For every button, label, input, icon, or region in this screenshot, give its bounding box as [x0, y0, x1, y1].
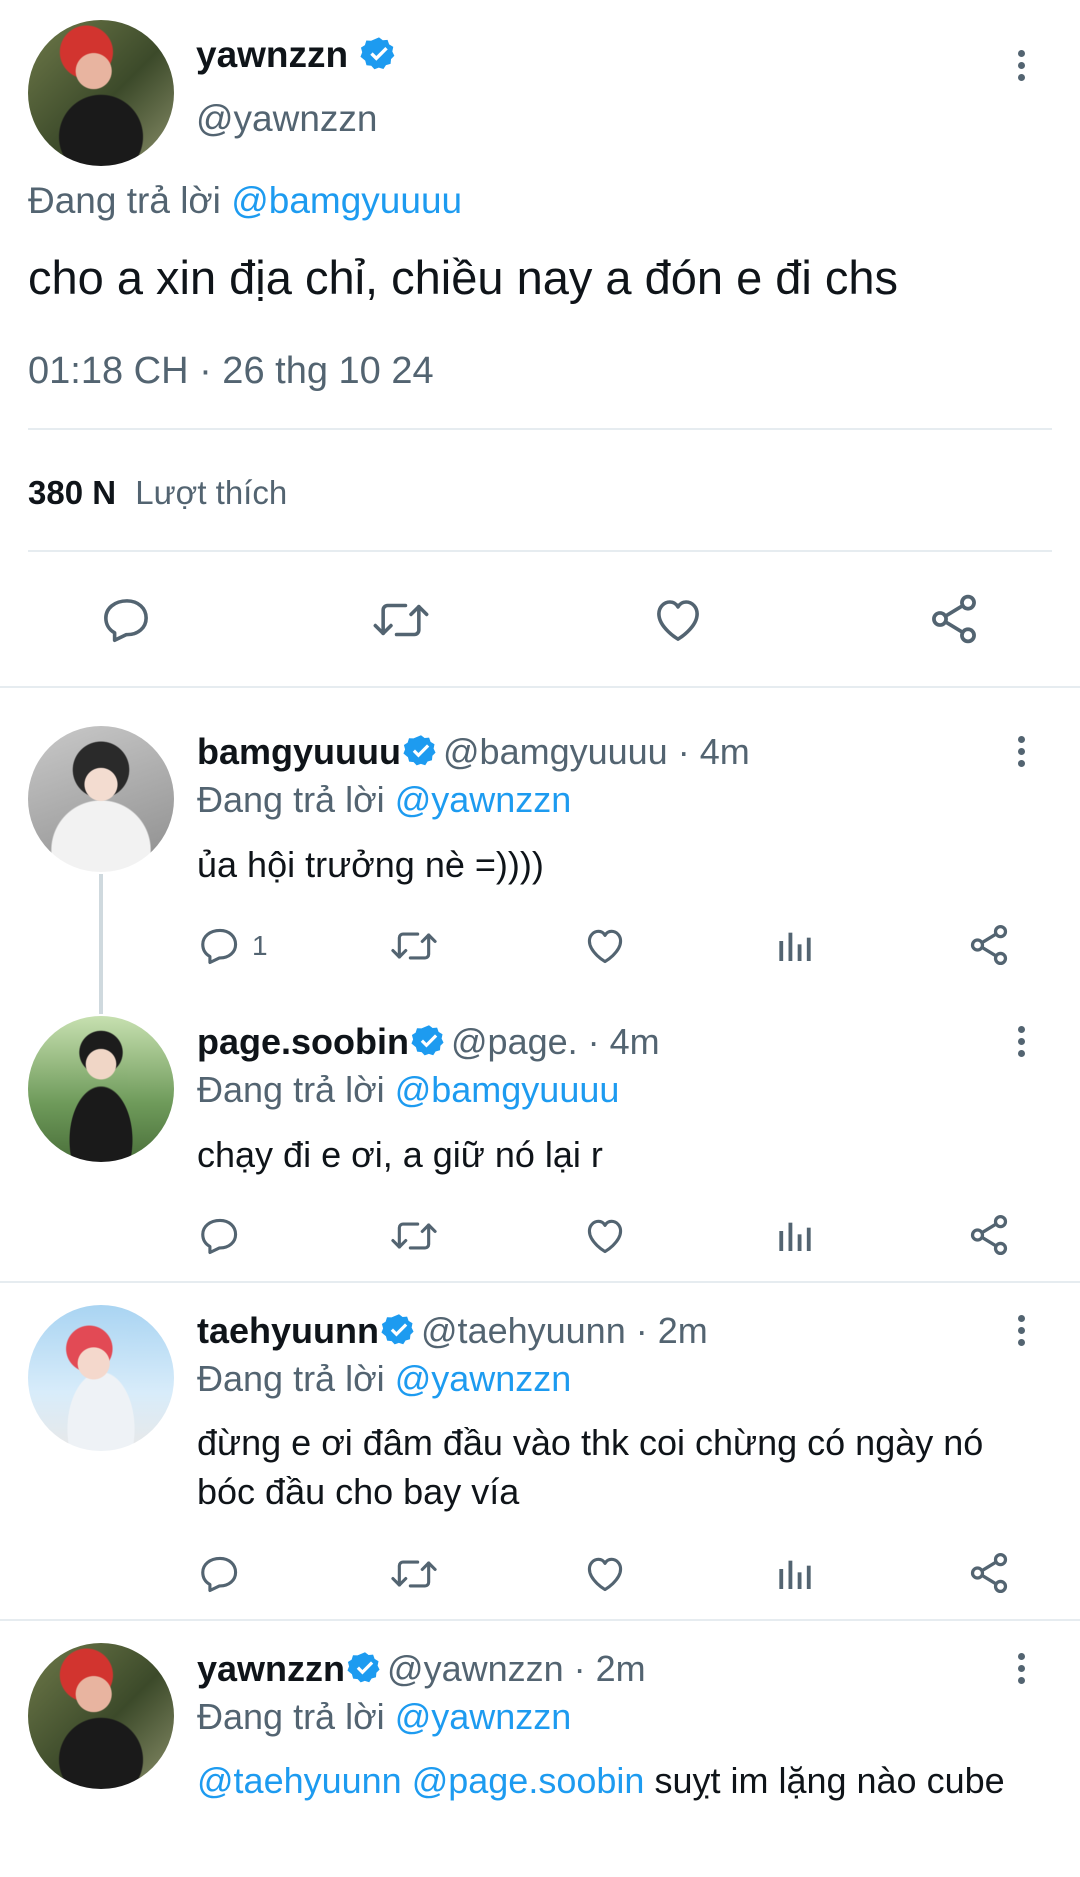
reply-display-name[interactable]: yawnzzn — [197, 1648, 345, 1689]
reply-avatar[interactable] — [28, 726, 174, 872]
reply-header: yawnzzn @yawnzzn · 2m — [197, 1648, 646, 1690]
more-options-icon[interactable] — [1016, 1653, 1026, 1689]
reply-replying-to: Đang trả lời @yawnzzn — [197, 1696, 571, 1738]
likes-summary[interactable]: 380 N Lượt thích — [28, 474, 287, 512]
reply-icon[interactable] — [198, 1214, 242, 1258]
reply-text-body: suỵt im lặng nào cube — [654, 1760, 1005, 1801]
like-icon[interactable] — [582, 924, 628, 968]
reply-text: đừng e ơi đâm đầu vào thk coi chừng có n… — [197, 1422, 984, 1512]
reply-display-name[interactable]: bamgyuuuu — [197, 731, 401, 772]
like-icon[interactable] — [582, 1552, 628, 1596]
reply-header: taehyuunn @taehyuunn · 2m — [197, 1310, 708, 1352]
verified-badge-icon — [360, 37, 395, 70]
reply-time: · 2m — [635, 1310, 708, 1351]
section-divider — [0, 1281, 1080, 1283]
reply-time: · 4m — [587, 1021, 660, 1062]
reply-icon[interactable] — [198, 924, 242, 968]
more-options-icon[interactable] — [1016, 1026, 1026, 1062]
reply-icon[interactable] — [198, 1552, 242, 1596]
reply-text: @taehyuunn @page.soobin suỵt im lặng nào… — [197, 1756, 1047, 1805]
main-display-name-text[interactable]: yawnzzn — [196, 34, 348, 75]
share-icon[interactable] — [966, 1212, 1012, 1258]
more-options-icon[interactable] — [1016, 1315, 1026, 1351]
reply-text: ủa hội trưởng nè =)))) — [197, 844, 544, 885]
main-avatar[interactable] — [28, 20, 174, 166]
reply-display-name[interactable]: taehyuunn — [197, 1310, 379, 1351]
more-options-icon[interactable] — [1016, 50, 1026, 86]
main-tweet-text: cho a xin địa chỉ, chiều nay a đón e đi … — [28, 251, 899, 304]
more-options-icon[interactable] — [1016, 736, 1026, 772]
reply-handle[interactable]: @page. — [451, 1021, 578, 1062]
replying-label: Đang trả lời — [197, 1358, 385, 1399]
mention-links[interactable]: @taehyuunn @page.soobin — [197, 1760, 644, 1801]
reply-handle[interactable]: @yawnzzn — [387, 1648, 564, 1689]
analytics-icon[interactable] — [776, 1216, 816, 1256]
like-icon[interactable] — [650, 593, 706, 647]
replying-label: Đang trả lời — [197, 1069, 385, 1110]
likes-count: 380 N — [28, 474, 117, 511]
reply-avatar[interactable] — [28, 1305, 174, 1451]
share-icon[interactable] — [926, 591, 982, 647]
reply-count: 1 — [252, 930, 268, 961]
replying-to-link[interactable]: @bamgyuuuu — [231, 180, 462, 221]
main-replying-to: Đang trả lời @bamgyuuuu — [28, 180, 462, 222]
replying-to-link[interactable]: @yawnzzn — [395, 779, 572, 820]
verified-badge-icon — [411, 1025, 444, 1056]
reply-handle[interactable]: @taehyuunn — [421, 1310, 626, 1351]
reply-avatar[interactable] — [28, 1016, 174, 1162]
share-icon[interactable] — [966, 1550, 1012, 1596]
main-display-name[interactable]: yawnzzn — [196, 34, 398, 76]
replying-label: Đang trả lời — [197, 779, 385, 820]
replying-to-link[interactable]: @yawnzzn — [395, 1358, 572, 1399]
like-icon[interactable] — [582, 1214, 628, 1258]
reply-handle[interactable]: @bamgyuuuu — [443, 731, 668, 772]
analytics-icon[interactable] — [776, 926, 816, 966]
main-handle[interactable]: @yawnzzn — [196, 98, 378, 140]
reply-time: · 2m — [573, 1648, 646, 1689]
reply-replying-to: Đang trả lời @yawnzzn — [197, 779, 571, 821]
thread-line — [99, 874, 103, 1014]
reply-time: · 4m — [677, 731, 750, 772]
main-timestamp[interactable]: 01:18 CH · 26 thg 10 24 — [28, 350, 434, 393]
verified-badge-icon — [347, 1652, 380, 1683]
reply-icon[interactable] — [100, 593, 154, 647]
verified-badge-icon — [381, 1314, 414, 1345]
replying-to-link[interactable]: @bamgyuuuu — [395, 1069, 620, 1110]
reply-header: bamgyuuuu @bamgyuuuu · 4m — [197, 731, 750, 773]
replying-label: Đang trả lời — [197, 1696, 385, 1737]
reply-avatar[interactable] — [28, 1643, 174, 1789]
retweet-icon[interactable] — [390, 1214, 438, 1258]
retweet-icon[interactable] — [372, 593, 430, 647]
reply-header: page.soobin @page. · 4m — [197, 1021, 660, 1063]
reply-text: chạy đi e ơi, a giữ nó lại r — [197, 1134, 603, 1175]
reply-replying-to: Đang trả lời @yawnzzn — [197, 1358, 571, 1400]
divider — [28, 428, 1052, 430]
retweet-icon[interactable] — [390, 1552, 438, 1596]
retweet-icon[interactable] — [390, 924, 438, 968]
replying-label: Đang trả lời — [28, 180, 221, 221]
divider — [28, 550, 1052, 552]
likes-label: Lượt thích — [135, 474, 288, 511]
analytics-icon[interactable] — [776, 1554, 816, 1594]
reply-replying-to: Đang trả lời @bamgyuuuu — [197, 1069, 619, 1111]
replying-to-link[interactable]: @yawnzzn — [395, 1696, 572, 1737]
section-divider — [0, 1619, 1080, 1621]
share-icon[interactable] — [966, 922, 1012, 968]
verified-badge-icon — [403, 735, 436, 766]
section-divider — [0, 686, 1080, 688]
reply-display-name[interactable]: page.soobin — [197, 1021, 409, 1062]
